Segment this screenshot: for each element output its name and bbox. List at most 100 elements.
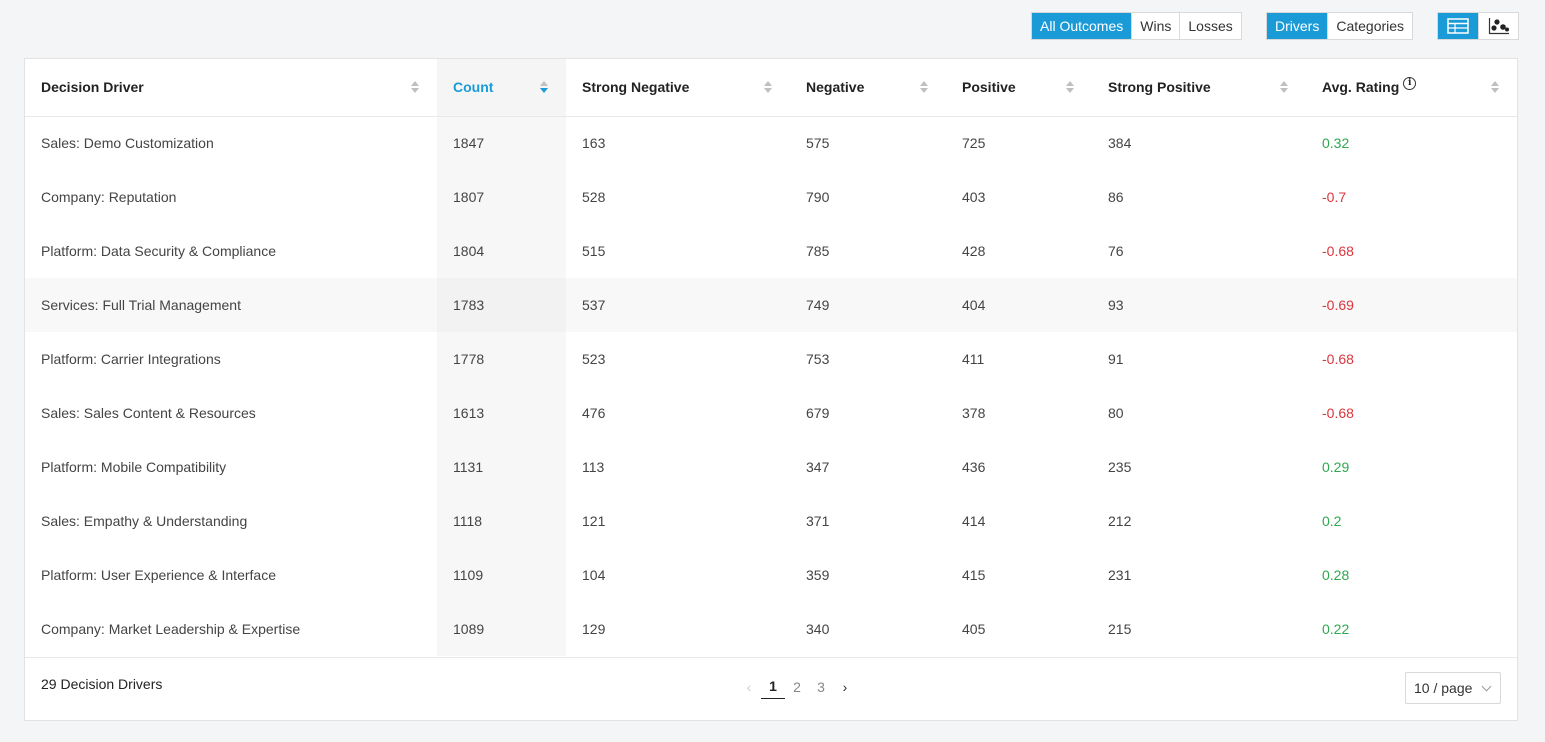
cell-strong-negative: 129 <box>582 621 606 637</box>
cell-positive: 403 <box>962 189 986 205</box>
cell-driver-name: Sales: Demo Customization <box>41 135 214 152</box>
sort-icon[interactable] <box>1491 81 1499 94</box>
drivers-button[interactable]: Drivers <box>1267 13 1328 39</box>
drivers-table: Decision Driver Count Strong Negative Ne… <box>25 59 1517 656</box>
cell-negative: 347 <box>806 459 830 475</box>
mode-toggle-group: Drivers Categories <box>1266 12 1414 40</box>
cell-strong-negative: 523 <box>582 351 606 367</box>
cell-count: 1778 <box>437 332 566 386</box>
cell-driver-name: Platform: Data Security & Compliance <box>41 243 276 259</box>
categories-button[interactable]: Categories <box>1327 13 1412 39</box>
column-header-positive[interactable]: Positive <box>946 59 1092 117</box>
cell-avg-rating: 0.29 <box>1322 459 1350 475</box>
cell-strong-positive: 212 <box>1108 513 1132 529</box>
cell-positive: 725 <box>962 135 986 152</box>
sort-icon[interactable] <box>1066 81 1074 94</box>
chevron-down-icon <box>1481 681 1492 692</box>
cell-positive: 404 <box>946 278 1092 332</box>
cell-strong-negative: 113 <box>582 459 605 475</box>
table-row[interactable]: Company: Market Leadership & Expertise 10… <box>25 602 1517 656</box>
cell-avg-rating: -0.68 <box>1322 243 1354 259</box>
cell-negative: 359 <box>806 567 830 583</box>
table-header-row: Decision Driver Count Strong Negative Ne… <box>25 59 1517 117</box>
cell-negative: 371 <box>806 513 830 529</box>
column-header-decision-driver[interactable]: Decision Driver <box>25 59 437 117</box>
sort-icon[interactable] <box>411 81 419 94</box>
sort-icon[interactable] <box>920 81 928 94</box>
outcome-filter-group: All Outcomes Wins Losses <box>1031 12 1242 40</box>
cell-driver-name: Company: Reputation <box>41 189 177 205</box>
cell-avg-rating: 0.28 <box>1322 567 1350 583</box>
table-row[interactable]: Sales: Sales Content & Resources 1613 476 6… <box>25 386 1517 440</box>
cell-driver-name: Platform: User Experience & Interface <box>41 567 276 583</box>
scatter-icon <box>1488 18 1509 35</box>
table-row[interactable]: Sales: Empathy & Understanding 1118 121 371… <box>25 494 1517 548</box>
cell-positive: 436 <box>962 459 986 475</box>
cell-negative: 753 <box>806 351 830 367</box>
column-header-strong-negative[interactable]: Strong Negative <box>566 59 790 117</box>
all-outcomes-button[interactable]: All Outcomes <box>1032 13 1132 39</box>
sort-icon[interactable] <box>1280 81 1288 94</box>
cell-avg-rating: 0.32 <box>1322 135 1350 152</box>
table-icon <box>1447 18 1469 34</box>
page-size-select[interactable]: 10 / page <box>1405 672 1501 704</box>
column-header-avg-rating[interactable]: Avg. Rating i <box>1306 59 1517 117</box>
cell-avg-rating: -0.69 <box>1306 278 1517 332</box>
table-row[interactable]: Sales: Demo Customization 1847 163 575 725 38… <box>25 116 1517 170</box>
table-row[interactable]: Company: Reputation 1807 528 790 403 86 -0.7 <box>25 170 1517 224</box>
cell-strong-positive: 231 <box>1108 567 1132 583</box>
cell-strong-negative: 515 <box>582 243 606 259</box>
cell-negative: 340 <box>806 621 830 637</box>
cell-avg-rating: -0.68 <box>1322 405 1354 421</box>
cell-count: 1118 <box>437 494 566 548</box>
cell-driver-name: Sales: Sales Content & Resources <box>41 405 256 421</box>
cell-negative: 785 <box>806 243 830 259</box>
info-icon[interactable]: i <box>1403 77 1417 91</box>
scatter-view-button[interactable] <box>1478 13 1518 39</box>
cell-strong-negative: 528 <box>582 189 606 205</box>
cell-count: 1131 <box>437 440 566 494</box>
drivers-table-card: Decision Driver Count Strong Negative Ne… <box>24 58 1518 721</box>
table-view-button[interactable] <box>1438 13 1478 39</box>
cell-count: 1109 <box>437 548 566 602</box>
page-3-button[interactable]: 3 <box>809 675 833 699</box>
cell-avg-rating: -0.7 <box>1322 189 1347 205</box>
table-row[interactable]: Platform: User Experience & Interface 110… <box>25 548 1517 602</box>
cell-negative: 575 <box>806 135 830 152</box>
cell-driver-name: Sales: Empathy & Understanding <box>41 513 248 529</box>
cell-count: 1089 <box>437 602 566 656</box>
column-header-negative[interactable]: Negative <box>790 59 946 117</box>
table-row[interactable]: Services: Full Trial Management 1783 537 74… <box>25 278 1517 332</box>
cell-strong-negative: 121 <box>582 513 606 529</box>
page-2-button[interactable]: 2 <box>785 675 809 699</box>
cell-negative: 749 <box>790 278 946 332</box>
cell-count: 1613 <box>437 386 566 440</box>
cell-strong-positive: 91 <box>1108 351 1124 367</box>
cell-strong-positive: 215 <box>1108 621 1132 637</box>
cell-positive: 411 <box>962 351 985 367</box>
wins-button[interactable]: Wins <box>1131 13 1179 39</box>
sort-icon[interactable] <box>764 81 772 94</box>
column-header-count[interactable]: Count <box>437 59 566 117</box>
cell-driver-name: Platform: Mobile Compatibility <box>41 459 227 475</box>
cell-positive: 428 <box>962 243 986 259</box>
cell-strong-negative: 163 <box>582 135 606 152</box>
sort-icon[interactable] <box>540 81 548 94</box>
view-toggle-group <box>1437 12 1519 40</box>
page-1-button[interactable]: 1 <box>761 674 785 699</box>
cell-avg-rating: 0.2 <box>1322 513 1342 529</box>
cell-positive: 414 <box>962 513 986 529</box>
cell-count: 1783 <box>437 278 566 332</box>
losses-button[interactable]: Losses <box>1179 13 1240 39</box>
next-page-icon[interactable]: › <box>833 675 857 699</box>
prev-page-icon[interactable]: ‹ <box>737 675 761 699</box>
cell-positive: 378 <box>962 405 986 421</box>
column-header-strong-positive[interactable]: Strong Positive <box>1092 59 1306 117</box>
table-row[interactable]: Platform: Carrier Integrations 1778 523 753… <box>25 332 1517 386</box>
cell-strong-positive: 93 <box>1092 278 1306 332</box>
total-count-label: 29 Decision Drivers <box>41 676 163 692</box>
table-row[interactable]: Platform: Mobile Compatibility 1131 113 347… <box>25 440 1517 494</box>
table-row[interactable]: Platform: Data Security & Compliance 1804… <box>25 224 1517 278</box>
cell-avg-rating: -0.68 <box>1322 351 1354 367</box>
cell-positive: 415 <box>962 567 986 583</box>
